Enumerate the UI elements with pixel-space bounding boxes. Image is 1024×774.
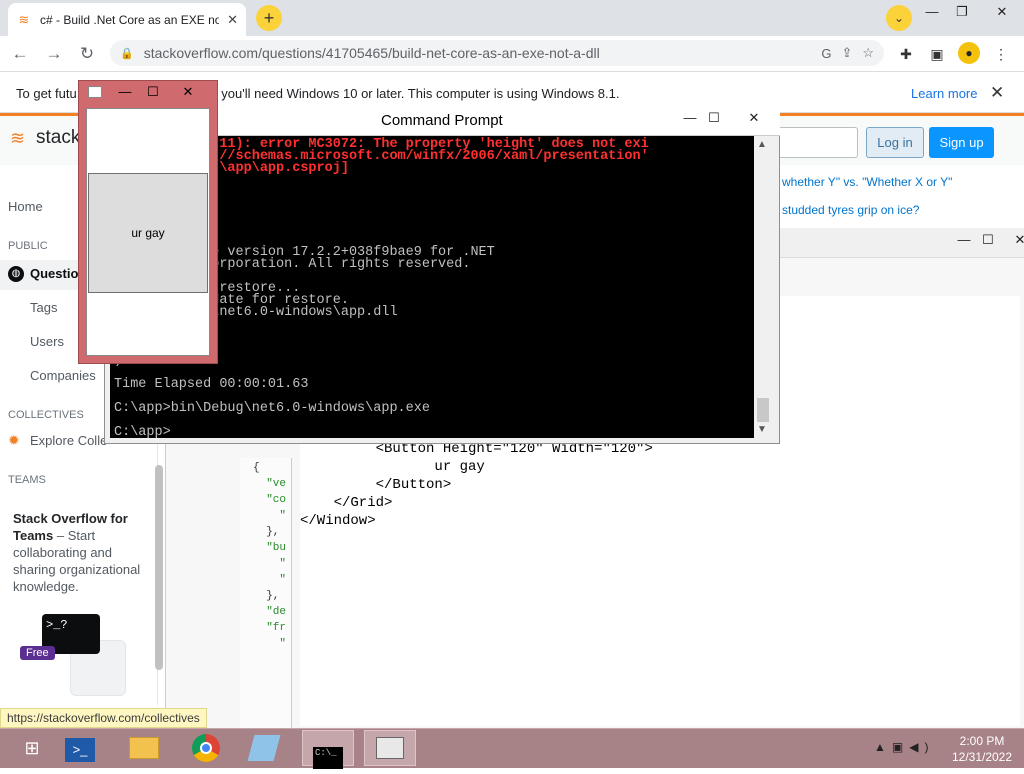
address-url: stackoverflow.com/questions/41705465/bui…	[143, 45, 600, 61]
stackoverflow-favicon-icon: ≋	[18, 11, 30, 27]
volume-icon[interactable]: ◀)	[909, 740, 934, 754]
json-line: },	[253, 590, 280, 602]
taskbar-clock[interactable]: 2:00 PM 12/31/2022	[948, 733, 1016, 765]
app-button[interactable]: ur gay	[88, 173, 208, 293]
so-logo[interactable]: ≋ stack	[10, 126, 80, 150]
json-line: "de	[253, 606, 287, 618]
link-status-bubble: https://stackoverflow.com/collectives	[0, 708, 207, 728]
free-badge: Free	[20, 646, 55, 660]
extensions-puzzle-icon[interactable]: ✚	[895, 43, 917, 65]
app-window-icon	[88, 86, 102, 98]
tab-title: c# - Build .Net Core as an EXE no	[40, 12, 220, 27]
so-logo-text: stack	[36, 127, 81, 148]
new-tab-button[interactable]: +	[256, 5, 282, 31]
network-icon[interactable]: ▣	[892, 740, 909, 754]
hot-question-link[interactable]: studded tyres grip on ice?	[782, 196, 952, 224]
infobar-close-icon[interactable]: ✕	[990, 83, 1004, 103]
json-line: },	[253, 526, 280, 538]
cmd-close-icon[interactable]: ✕	[740, 108, 768, 128]
json-line: "	[253, 558, 287, 570]
teams-promo[interactable]: Stack Overflow for Teams – Start collabo…	[13, 510, 143, 595]
chrome-icon[interactable]	[180, 730, 232, 766]
clock-date: 12/31/2022	[951, 750, 1013, 764]
hot-network-questions: whether Y" vs. "Whether X or Y" studded …	[782, 168, 952, 224]
clock-time: 2:00 PM	[959, 734, 1005, 748]
login-button[interactable]: Log in	[866, 127, 924, 158]
close-window-icon[interactable]: ✕	[988, 2, 1016, 22]
google-icon[interactable]: G	[821, 46, 831, 61]
app-minimize-icon[interactable]: —	[111, 82, 139, 102]
editor-close-icon[interactable]: ✕	[1006, 230, 1024, 250]
nav-teams-heading: TEAMS	[8, 474, 46, 486]
app-close-icon[interactable]: ✕	[174, 82, 202, 102]
so-logo-icon: ≋	[10, 128, 26, 148]
nav-questions-label: Questio	[30, 266, 79, 281]
json-line: "	[253, 574, 287, 586]
nav-home[interactable]: Home	[8, 199, 43, 214]
scroll-down-icon[interactable]: ▼	[757, 424, 767, 435]
lock-icon: 🔒	[120, 47, 134, 60]
forward-icon[interactable]: →	[44, 44, 64, 64]
sidebar-scrollbar[interactable]	[155, 465, 163, 670]
json-code: { "ve "co " }, "bu " " }, "de "fr "	[253, 460, 286, 652]
nav-tags[interactable]: Tags	[30, 300, 57, 315]
editor-restore-icon[interactable]: ☐	[974, 230, 1002, 250]
reload-icon[interactable]: ↻	[77, 44, 97, 64]
system-tray[interactable]: ▲▣◀)	[874, 740, 934, 754]
nav-companies[interactable]: Companies	[30, 368, 96, 383]
powershell-icon[interactable]: >_	[54, 730, 106, 766]
console-scroll-thumb[interactable]	[757, 398, 769, 422]
command-prompt-title: Command Prompt	[381, 112, 503, 129]
json-line: "co	[253, 494, 287, 506]
nav-users[interactable]: Users	[30, 334, 64, 349]
app-maximize-icon[interactable]: ☐	[139, 82, 167, 102]
file-explorer-icon[interactable]	[118, 730, 170, 766]
menu-kebab-icon[interactable]: ⋮	[990, 43, 1012, 65]
json-line: "bu	[253, 542, 287, 554]
console-line: C:\app>bin\Debug\net6.0-windows\app.exe	[114, 401, 430, 416]
json-line: {	[253, 462, 260, 474]
profile-avatar[interactable]: ●	[958, 42, 980, 64]
json-line: "ve	[253, 478, 287, 490]
console-scrollbar[interactable]	[754, 136, 772, 438]
scroll-up-icon[interactable]: ▲	[757, 139, 767, 150]
console-line: C:\app>	[114, 425, 171, 440]
json-line: "fr	[253, 622, 287, 634]
back-icon[interactable]: ←	[10, 44, 30, 64]
search-input[interactable]	[778, 127, 858, 158]
taskbar-wpf-app-icon[interactable]	[364, 730, 416, 766]
xaml-line: ur gay	[300, 459, 485, 475]
cmd-maximize-icon[interactable]: ☐	[700, 108, 728, 128]
xaml-line: </Button>	[300, 477, 452, 493]
learn-more-link[interactable]: Learn more	[911, 86, 977, 101]
json-line: "	[253, 510, 287, 522]
address-bar[interactable]: 🔒 stackoverflow.com/questions/41705465/b…	[110, 40, 884, 66]
share-icon[interactable]: ⇪	[841, 45, 852, 61]
hot-question-link[interactable]: whether Y" vs. "Whether X or Y"	[782, 168, 952, 196]
taskbar-command-prompt-icon[interactable]: C:\_	[302, 730, 354, 769]
collectives-star-icon: ✹	[8, 432, 20, 448]
signup-button[interactable]: Sign up	[929, 127, 994, 158]
tab-search-chevron-icon[interactable]: ⌄	[886, 5, 912, 31]
xaml-line: </Grid>	[300, 495, 393, 511]
nav-public-heading: PUBLIC	[8, 240, 48, 252]
windows-start-icon[interactable]: ⊞	[6, 730, 58, 766]
tab-close-icon[interactable]: ✕	[227, 12, 238, 28]
minimize-icon[interactable]: —	[918, 2, 946, 22]
nav-collectives-heading: COLLECTIVES	[8, 409, 84, 421]
nav-explore-collectives[interactable]: Explore Colle	[30, 433, 107, 448]
browser-tab[interactable]: ≋ c# - Build .Net Core as an EXE no ✕	[8, 3, 246, 36]
notepad-icon[interactable]	[238, 730, 290, 766]
json-line: "	[253, 638, 287, 650]
bookmark-star-icon[interactable]: ☆	[862, 45, 874, 61]
show-hidden-icons-icon[interactable]: ▲	[874, 740, 892, 754]
xaml-line: </Window>	[300, 513, 376, 529]
console-line: Time Elapsed 00:00:01.63	[114, 377, 309, 392]
restore-icon[interactable]: ❐	[948, 2, 976, 22]
side-panel-icon[interactable]: ▣	[926, 43, 948, 65]
globe-icon: ◍	[8, 266, 24, 282]
